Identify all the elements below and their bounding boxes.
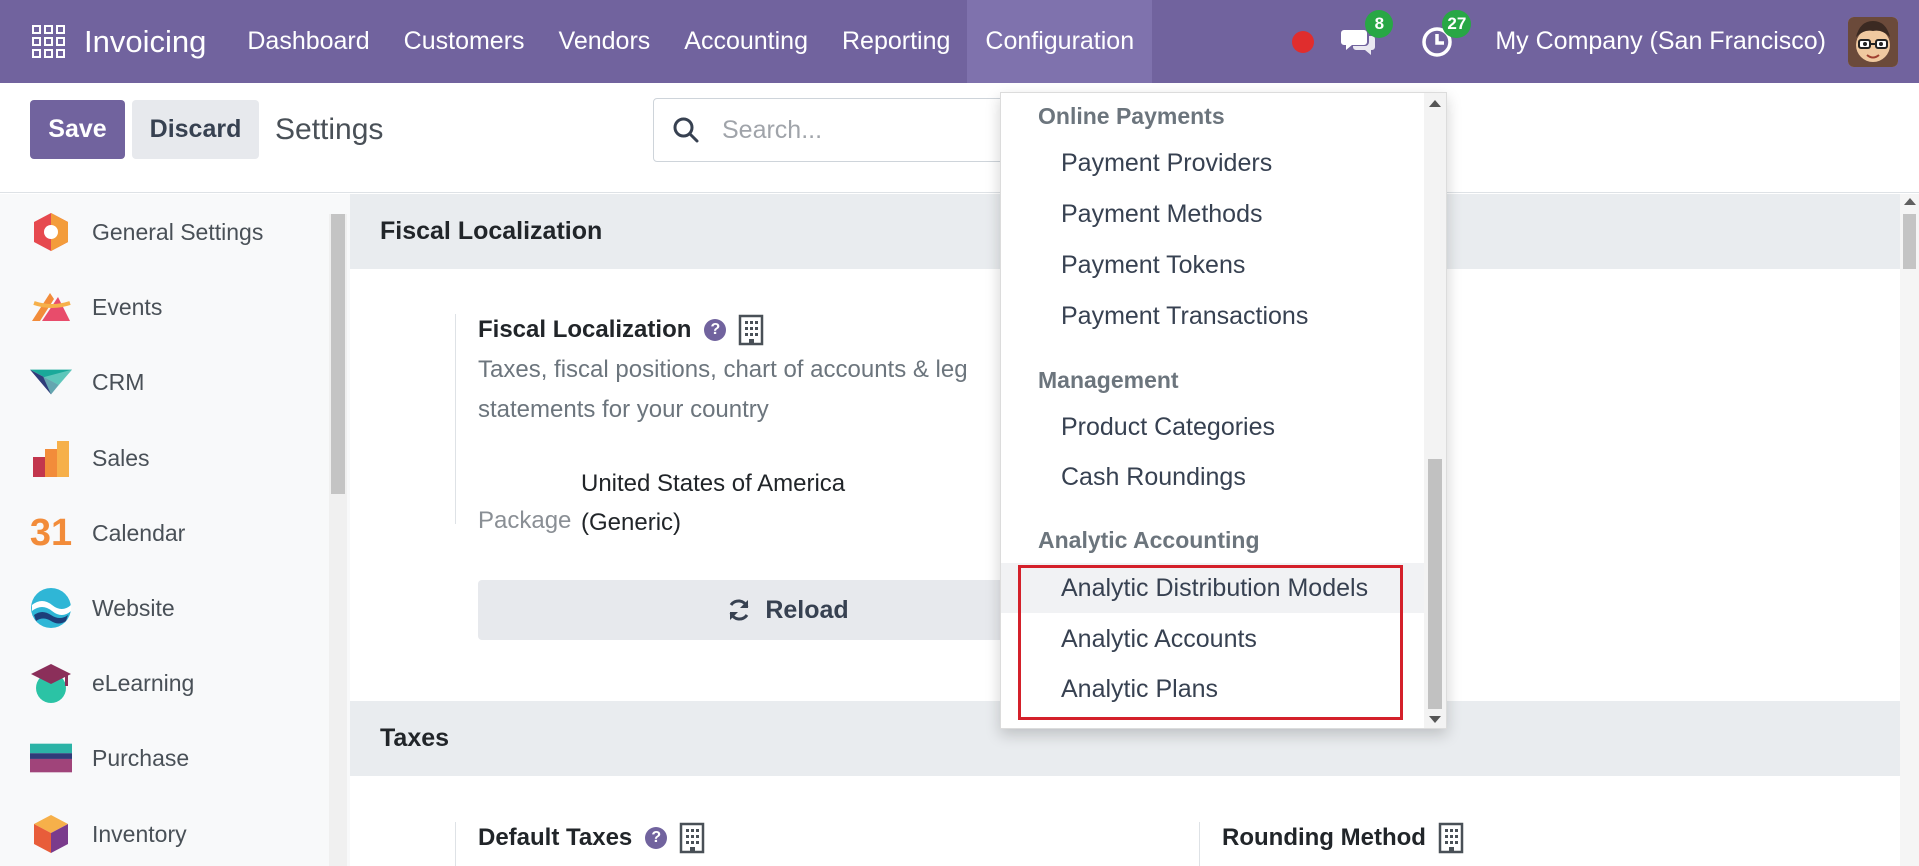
help-icon[interactable]: ?	[704, 319, 727, 341]
control-panel: Save Discard Settings	[0, 83, 1919, 193]
menu-item-product-categories[interactable]: Product Categories	[1001, 402, 1425, 452]
apps-menu-icon[interactable]	[32, 24, 66, 59]
page-title: Settings	[275, 113, 384, 146]
user-avatar-icon	[1848, 16, 1898, 67]
menu-item-cash-roundings[interactable]: Cash Roundings	[1001, 452, 1425, 502]
dropdown-group-header: Analytic Accounting	[1038, 527, 1260, 553]
package-label: Package	[478, 507, 572, 534]
events-icon	[30, 286, 72, 328]
default-taxes-setting: Default Taxes ?	[455, 822, 705, 866]
website-icon	[30, 587, 72, 629]
rounding-method-text: Rounding Method	[1222, 824, 1426, 851]
scroll-up-arrow-icon[interactable]	[1904, 198, 1916, 205]
calendar-icon: 31	[30, 512, 72, 554]
inventory-icon	[30, 813, 72, 855]
nav-accounting[interactable]: Accounting	[667, 0, 825, 83]
scroll-down-arrow-icon[interactable]	[1429, 716, 1441, 723]
nav-vendors[interactable]: Vendors	[542, 0, 668, 83]
app-brand[interactable]: Invoicing	[84, 24, 206, 60]
sidebar-item-calendar[interactable]: 31 Calendar	[30, 503, 185, 563]
sidebar-item-label: CRM	[92, 368, 145, 395]
rounding-method-setting: Rounding Method	[1199, 822, 1464, 866]
setting-description: Taxes, fiscal positions, chart of accoun…	[478, 350, 1038, 430]
recording-indicator-icon[interactable]	[1292, 30, 1315, 53]
sidebar-item-sales[interactable]: Sales	[30, 428, 150, 488]
navbar-systray: 8 27 My Company (San Francisco)	[1292, 0, 1919, 83]
crm-icon	[30, 361, 72, 403]
setting-title: Default Taxes ?	[478, 822, 705, 854]
sidebar-item-crm[interactable]: CRM	[30, 352, 144, 412]
sidebar-item-inventory[interactable]: Inventory	[30, 804, 187, 864]
company-building-icon	[1438, 822, 1464, 854]
menu-item-payment-providers[interactable]: Payment Providers	[1001, 138, 1425, 188]
menu-item-analytic-distribution-models[interactable]: Analytic Distribution Models	[1001, 563, 1425, 613]
nav-dashboard[interactable]: Dashboard	[230, 0, 386, 83]
search-box[interactable]	[653, 98, 1013, 162]
company-building-icon	[739, 314, 764, 346]
menu-item-payment-tokens[interactable]: Payment Tokens	[1001, 240, 1425, 290]
search-icon	[673, 117, 699, 143]
sidebar-item-label: Sales	[92, 444, 150, 471]
reload-label: Reload	[765, 595, 849, 624]
save-button[interactable]: Save	[30, 100, 125, 159]
activities-button[interactable]: 27	[1417, 9, 1472, 62]
nav-configuration[interactable]: Configuration	[967, 0, 1153, 83]
scroll-up-arrow-icon[interactable]	[1429, 100, 1441, 107]
dropdown-scrollbar[interactable]	[1424, 93, 1446, 728]
nav-customers[interactable]: Customers	[387, 0, 542, 83]
sidebar-scrollbar[interactable]	[329, 214, 347, 866]
sales-icon	[30, 437, 72, 479]
content-scrollbar[interactable]	[1900, 194, 1919, 866]
sidebar-item-label: eLearning	[92, 669, 195, 696]
top-navbar: Invoicing Dashboard Customers Vendors Ac…	[0, 0, 1919, 83]
menu-item-analytic-plans[interactable]: Analytic Plans	[1001, 664, 1425, 714]
search-input[interactable]	[722, 115, 962, 145]
calendar-glyph: 31	[29, 511, 73, 554]
default-taxes-text: Default Taxes	[478, 824, 633, 851]
nav-reporting[interactable]: Reporting	[825, 0, 967, 83]
elearning-icon	[30, 662, 72, 704]
setting-title: Rounding Method	[1222, 822, 1464, 854]
purchase-icon	[30, 737, 72, 779]
desc-line-2: statements for your country	[478, 396, 769, 423]
messages-count-badge: 8	[1365, 9, 1394, 38]
activities-count-badge: 27	[1442, 9, 1472, 38]
dropdown-group-header: Management	[1038, 367, 1179, 393]
menu-item-payment-transactions[interactable]: Payment Transactions	[1001, 291, 1425, 341]
settings-sidebar: General Settings Events CRM Sales 31 Cal…	[0, 194, 350, 866]
refresh-icon	[729, 599, 749, 621]
general-settings-icon	[30, 211, 72, 253]
desc-line-1: Taxes, fiscal positions, chart of accoun…	[478, 356, 968, 383]
sidebar-item-label: Inventory	[92, 820, 187, 847]
messages-button[interactable]: 8	[1339, 9, 1394, 62]
help-icon[interactable]: ?	[645, 827, 668, 849]
user-avatar[interactable]	[1848, 16, 1898, 67]
sidebar-item-label: General Settings	[92, 218, 264, 245]
fiscal-title-text: Fiscal Localization	[478, 316, 692, 343]
dropdown-group-header: Online Payments	[1038, 103, 1225, 129]
menu-item-payment-methods[interactable]: Payment Methods	[1001, 189, 1425, 239]
sidebar-item-purchase[interactable]: Purchase	[30, 728, 189, 788]
setting-title: Fiscal Localization ?	[478, 314, 1038, 346]
menu-item-analytic-accounts[interactable]: Analytic Accounts	[1001, 614, 1425, 664]
sidebar-item-label: Calendar	[92, 519, 186, 546]
sidebar-item-elearning[interactable]: eLearning	[30, 653, 194, 713]
package-value[interactable]: United States of America (Generic)	[581, 464, 845, 542]
sidebar-item-events[interactable]: Events	[30, 277, 162, 337]
sidebar-item-label: Website	[92, 594, 175, 621]
company-switcher[interactable]: My Company (San Francisco)	[1495, 27, 1826, 56]
sidebar-item-label: Events	[92, 293, 163, 320]
company-building-icon	[680, 822, 705, 854]
discard-button[interactable]: Discard	[132, 100, 259, 159]
configuration-dropdown-menu: Online Payments Payment Providers Paymen…	[1000, 92, 1447, 729]
package-value-line-2: (Generic)	[581, 509, 682, 536]
sidebar-item-label: Purchase	[92, 744, 190, 771]
package-value-line-1: United States of America	[581, 470, 846, 497]
sidebar-item-general-settings[interactable]: General Settings	[30, 202, 263, 262]
sidebar-item-website[interactable]: Website	[30, 578, 175, 638]
